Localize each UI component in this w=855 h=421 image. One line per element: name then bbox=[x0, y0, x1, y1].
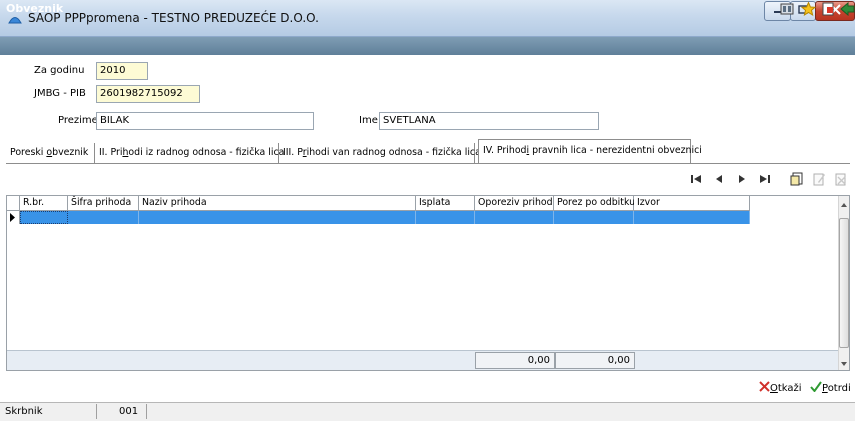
column-header-sifra-prihoda[interactable]: Šifra prihoda bbox=[68, 196, 139, 211]
status-label: Skrbnik bbox=[5, 406, 43, 417]
page-title: Obveznik bbox=[6, 2, 64, 15]
tab-prihodi-van-radnog-odnosa[interactable]: III. Prihodi van radnog odnosa - fizička… bbox=[279, 143, 481, 163]
header-bar bbox=[0, 37, 855, 55]
column-header-rbr[interactable]: R.br. bbox=[20, 196, 68, 211]
cancel-label: tkaži bbox=[777, 383, 802, 394]
total-porez-po-odbitku: 0,00 bbox=[555, 352, 635, 369]
selected-cell-isplata[interactable] bbox=[416, 211, 475, 224]
tab-prihodi-pravnih-lica[interactable]: IV. Prihodi pravnih lica - nerezidentni … bbox=[478, 139, 702, 163]
row-indicator[interactable] bbox=[7, 211, 20, 224]
grid-footer bbox=[7, 350, 838, 370]
edit-record-icon[interactable] bbox=[810, 170, 828, 188]
surname-label: Prezime bbox=[58, 115, 98, 126]
next-record-icon[interactable] bbox=[733, 170, 751, 188]
scroll-up-icon[interactable] bbox=[840, 200, 848, 211]
status-divider bbox=[146, 404, 147, 419]
tab-label: IV. Prihod bbox=[483, 145, 527, 156]
column-header-izvor[interactable]: Izvor bbox=[634, 196, 750, 211]
selected-cell-izvor[interactable] bbox=[634, 211, 750, 224]
check-icon bbox=[810, 381, 822, 394]
tab-poreski-obveznik[interactable]: Poreski obveznik bbox=[6, 143, 95, 163]
status-value: 001 bbox=[119, 406, 139, 417]
surname-field[interactable]: BILAK bbox=[96, 112, 314, 130]
column-header-isplata[interactable]: Isplata bbox=[416, 196, 475, 211]
status-divider bbox=[96, 404, 97, 419]
tab-label: Poreski bbox=[10, 147, 47, 158]
total-oporeziv-prihod: 0,00 bbox=[475, 352, 555, 369]
column-header-oporeziv-prihod[interactable]: Oporeziv prihod bbox=[475, 196, 554, 211]
scroll-thumb[interactable] bbox=[839, 218, 849, 348]
cancel-button[interactable]: Otkaži bbox=[759, 381, 802, 397]
year-label: Za godinu bbox=[34, 65, 85, 76]
scroll-down-icon[interactable] bbox=[840, 359, 848, 370]
new-record-icon[interactable] bbox=[788, 170, 806, 188]
previous-record-icon[interactable] bbox=[710, 170, 728, 188]
year-field[interactable]: 2010 bbox=[96, 62, 148, 80]
jmbg-label: JMBG - PIB bbox=[34, 88, 86, 99]
column-header-naziv-prihoda[interactable]: Naziv prihoda bbox=[139, 196, 416, 211]
cancel-icon bbox=[759, 381, 770, 394]
tab-label: odi iz radnog odnosa - fizička lica bbox=[128, 147, 285, 158]
jmbg-field[interactable]: 2601982715092 bbox=[96, 85, 200, 103]
last-record-icon[interactable] bbox=[756, 170, 774, 188]
tab-label: III. P bbox=[283, 147, 303, 158]
document-icon[interactable] bbox=[821, 2, 836, 16]
tab-label: II. Pri bbox=[99, 147, 123, 158]
tab-prihodi-iz-radnog-odnosa[interactable]: II. Prihodi iz radnog odnosa - fizička l… bbox=[95, 143, 284, 163]
selected-cell-oporeziv[interactable] bbox=[475, 211, 554, 224]
name-label: Ime bbox=[359, 115, 378, 126]
window-title: SAOP PPPpromena - TESTNO PREDUZEĆE D.O.O… bbox=[28, 11, 319, 25]
selected-cell-sifra[interactable] bbox=[68, 211, 139, 224]
tab-label: pravnih lica - nerezidentni obveznici bbox=[529, 145, 702, 156]
star-icon[interactable] bbox=[800, 1, 817, 17]
first-record-icon[interactable] bbox=[687, 170, 705, 188]
settings-icon[interactable] bbox=[780, 2, 795, 16]
grid-header-corner bbox=[7, 196, 20, 211]
confirm-label: otrdi bbox=[827, 383, 851, 394]
tab-separator bbox=[6, 163, 850, 164]
delete-record-icon[interactable] bbox=[832, 170, 850, 188]
confirm-button[interactable]: Potrdi bbox=[810, 381, 851, 397]
tab-label: ihodi van radnog odnosa - fizička lica bbox=[306, 147, 481, 158]
selected-cell-naziv[interactable] bbox=[139, 211, 416, 224]
name-field[interactable]: SVETLANA bbox=[379, 112, 599, 130]
selected-cell-rbr[interactable] bbox=[20, 211, 68, 224]
cancel-hotkey: O bbox=[770, 383, 778, 394]
tab-label: bveznik bbox=[52, 147, 89, 158]
column-header-porez-po-odbitku[interactable]: Porez po odbitku bbox=[554, 196, 635, 211]
selected-cell-porez[interactable] bbox=[554, 211, 634, 224]
exit-icon[interactable] bbox=[840, 1, 855, 17]
